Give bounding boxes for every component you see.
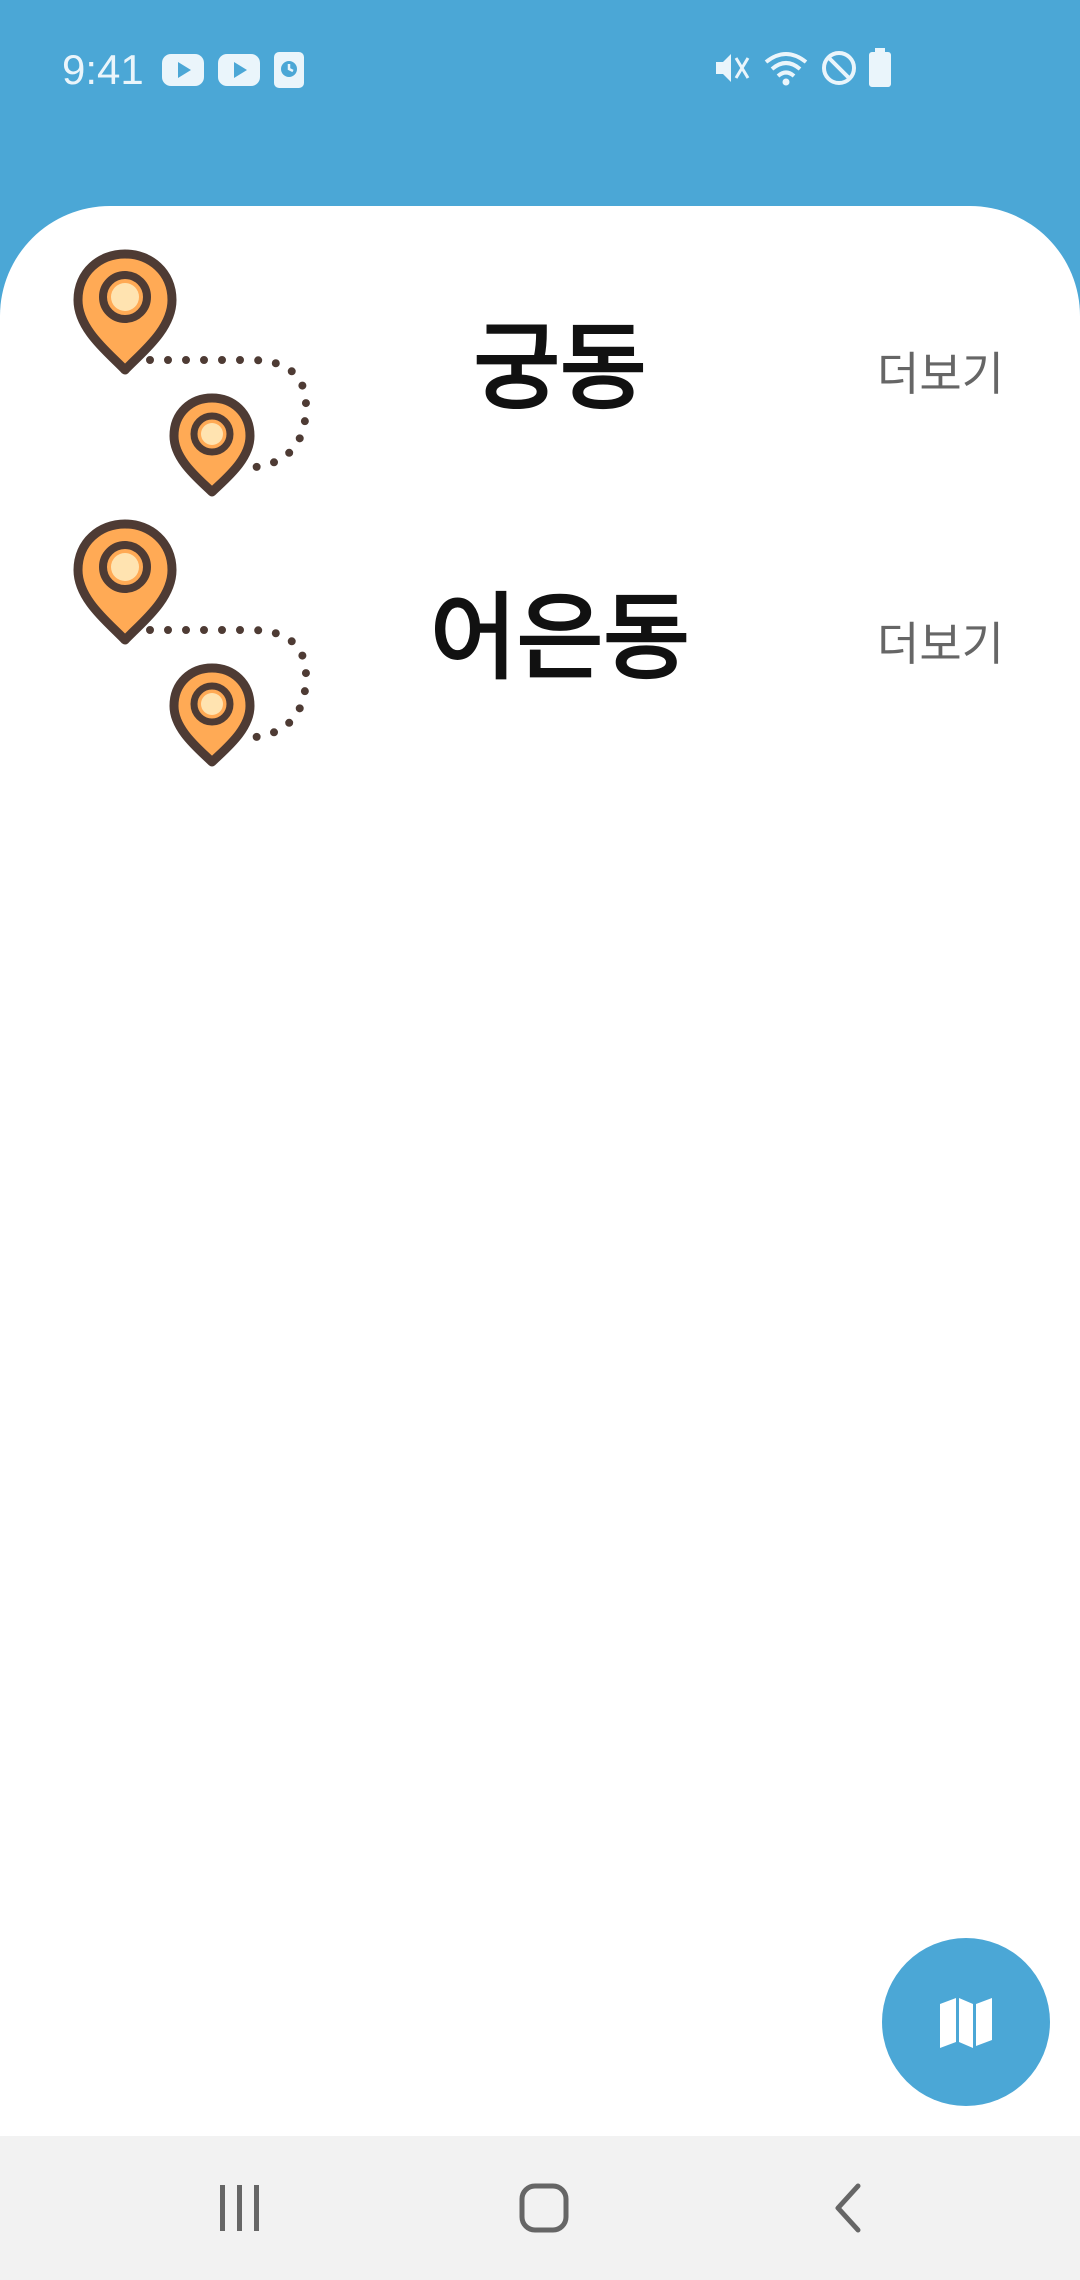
more-button[interactable]: 더보기 bbox=[877, 344, 1004, 404]
region-name: 어은동 bbox=[430, 584, 690, 693]
back-button[interactable] bbox=[748, 2136, 948, 2280]
status-time: 9:41 bbox=[62, 46, 144, 93]
home-button[interactable] bbox=[444, 2136, 644, 2280]
region-list-item[interactable]: 어은동 더보기 bbox=[0, 516, 1080, 786]
app-screen: 9:41 궁동 더보기 어은동 더보기 bbox=[0, 0, 1080, 2280]
more-button[interactable]: 더보기 bbox=[877, 614, 1004, 674]
route-pins-icon bbox=[70, 516, 330, 776]
back-icon bbox=[830, 2182, 866, 2234]
home-icon bbox=[518, 2182, 570, 2234]
clock-app-icon bbox=[274, 52, 304, 88]
system-navigation-bar bbox=[0, 2136, 1080, 2280]
recents-icon bbox=[216, 2183, 264, 2233]
youtube-icon bbox=[218, 54, 260, 86]
region-list-item[interactable]: 궁동 더보기 bbox=[0, 246, 1080, 516]
recents-button[interactable] bbox=[140, 2136, 340, 2280]
status-notification-icons bbox=[162, 52, 304, 88]
youtube-icon bbox=[162, 54, 204, 86]
wifi-icon bbox=[762, 48, 810, 88]
status-bar: 9:41 bbox=[0, 0, 1080, 140]
battery-icon bbox=[868, 48, 892, 88]
map-fab-button[interactable] bbox=[882, 1938, 1050, 2106]
do-not-disturb-icon bbox=[820, 49, 858, 87]
route-pins-icon bbox=[70, 246, 330, 506]
region-list-sheet: 궁동 더보기 어은동 더보기 bbox=[0, 206, 1080, 2136]
region-name: 궁동 bbox=[473, 314, 647, 423]
mute-icon bbox=[712, 48, 752, 88]
status-system-icons bbox=[712, 48, 892, 88]
map-icon bbox=[938, 1994, 994, 2050]
